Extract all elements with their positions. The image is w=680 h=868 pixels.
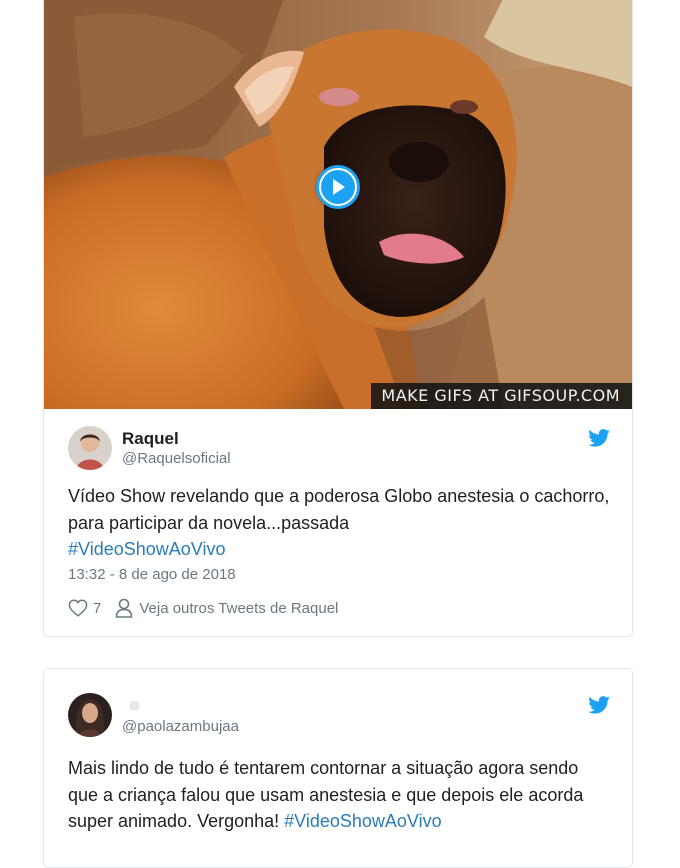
- like-button[interactable]: 7: [68, 599, 101, 617]
- play-icon: [333, 179, 345, 195]
- twitter-bird-icon[interactable]: [588, 696, 610, 714]
- play-button[interactable]: [316, 165, 360, 209]
- author-display-name[interactable]: [130, 701, 139, 710]
- twitter-bird-icon[interactable]: [588, 429, 610, 447]
- tweet-text: Mais lindo de tudo é tentarem contornar …: [68, 755, 613, 835]
- hashtag-link[interactable]: #VideoShowAoVivo: [284, 811, 441, 831]
- tweet-text-main: Vídeo Show revelando que a poderosa Glob…: [68, 486, 610, 533]
- tweet-timestamp[interactable]: 13:32 - 8 de ago de 2018: [68, 566, 236, 583]
- tweet-media-gif[interactable]: MAKE GIFS AT GIFSOUP.COM: [44, 0, 632, 409]
- see-other-tweets-label: Veja outros Tweets de Raquel: [139, 599, 339, 617]
- avatar[interactable]: [68, 426, 112, 470]
- like-count: 7: [93, 599, 102, 617]
- tweet-card: @paolazambujaa Mais lindo de tudo é tent…: [43, 668, 633, 868]
- avatar[interactable]: [68, 693, 112, 737]
- author-handle[interactable]: @paolazambujaa: [122, 718, 239, 735]
- see-other-tweets-link[interactable]: Veja outros Tweets de Raquel: [115, 598, 338, 618]
- author-display-name[interactable]: Raquel: [122, 429, 179, 449]
- hashtag-link[interactable]: #VideoShowAoVivo: [68, 539, 225, 559]
- tweet-actions: 7 Veja outros Tweets de Raquel: [68, 598, 338, 618]
- heart-icon: [68, 599, 88, 617]
- tweet-card: MAKE GIFS AT GIFSOUP.COM Raquel @Raquels…: [43, 0, 633, 637]
- author-handle[interactable]: @Raquelsoficial: [122, 450, 231, 467]
- tweet-text: Vídeo Show revelando que a poderosa Glob…: [68, 483, 613, 563]
- gif-watermark: MAKE GIFS AT GIFSOUP.COM: [371, 383, 632, 409]
- person-icon: [116, 598, 133, 618]
